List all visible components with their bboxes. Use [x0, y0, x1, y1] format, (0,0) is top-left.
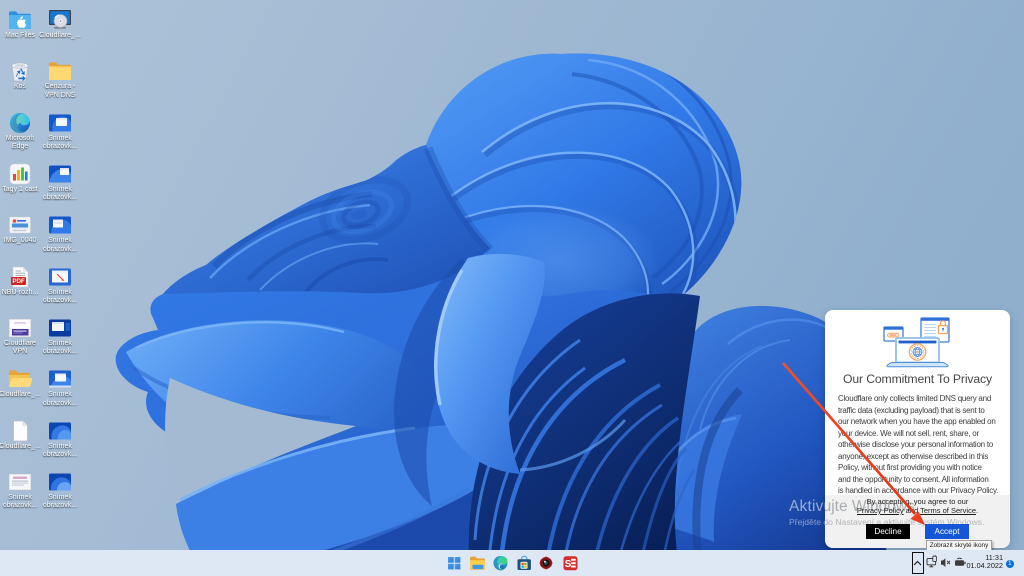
svg-text:PDF: PDF [12, 278, 25, 285]
svg-text:S: S [565, 559, 572, 570]
